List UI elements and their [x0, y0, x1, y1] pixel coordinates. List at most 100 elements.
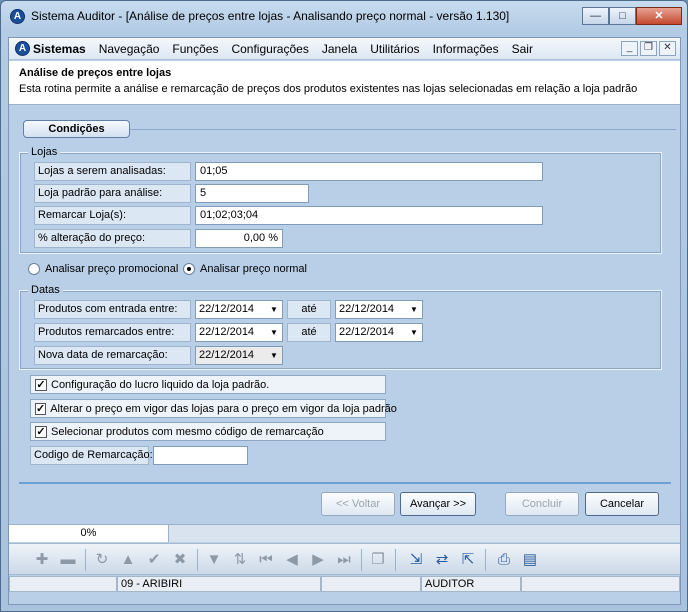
remarcar-lojas-label: Remarcar Loja(s):	[34, 206, 191, 225]
print-icon[interactable]: ⎙	[495, 551, 513, 569]
tab-condicoes[interactable]: Condições	[23, 120, 130, 138]
entrada-from-value: 22/12/2014	[199, 303, 255, 315]
menu-sistemas[interactable]: Sistemas	[33, 42, 86, 56]
menu-funcoes[interactable]: Funções	[172, 42, 218, 56]
check-mesmo-codigo-label: Selecionar produtos com mesmo código de …	[51, 425, 324, 438]
checkbox-mesmo-codigo[interactable]: ✓	[35, 425, 47, 438]
loja-padrao-input[interactable]: 5	[195, 184, 309, 203]
export-icon[interactable]: ⇱	[459, 551, 477, 569]
toolbar: ✚ ▬ ↻ ▲ ✔ ✖ ▼ ⇅ ⏮ ◀ ▶ ⏭ ❐ ⇲ ⇄ ⇱ ⎙ ▤	[9, 543, 680, 575]
toolbar-separator	[85, 549, 86, 571]
up-arrow-icon[interactable]: ▲	[119, 551, 137, 569]
remarcados-ate-label: até	[287, 323, 331, 342]
nova-data-value: 22/12/2014	[199, 349, 255, 361]
menu-janela[interactable]: Janela	[322, 42, 357, 56]
nova-data-label: Nova data de remarcação:	[34, 346, 191, 365]
title-bar[interactable]: A Sistema Auditor - [Análise de preços e…	[1, 1, 687, 31]
alteracao-preco-input[interactable]: 0,00 %	[195, 229, 283, 248]
first-icon[interactable]: ⏮	[257, 551, 275, 569]
entrada-to-combo[interactable]: 22/12/2014 ▼	[335, 300, 423, 319]
codigo-remarcacao-label: Codigo de Remarcação:	[30, 446, 153, 465]
last-icon[interactable]: ⏭	[335, 551, 353, 569]
voltar-button[interactable]: << Voltar	[321, 492, 395, 516]
lojas-analisadas-input[interactable]: 01;05	[195, 162, 543, 181]
radio-normal-label: Analisar preço normal	[200, 263, 307, 275]
x-icon[interactable]: ✖	[171, 551, 189, 569]
entrada-label: Produtos com entrada entre:	[34, 300, 191, 319]
copy-icon[interactable]: ❐	[369, 551, 387, 569]
progress-label: 0%	[9, 525, 169, 542]
menu-navegacao[interactable]: Navegação	[99, 42, 160, 56]
radio-preco-promocional[interactable]: Analisar preço promocional	[28, 263, 178, 275]
progress-row: 0%	[9, 524, 680, 542]
datas-group: Datas Produtos com entrada entre: 22/12/…	[19, 284, 662, 370]
check-alterar-preco[interactable]: ✓ Alterar o preço em vigor das lojas par…	[30, 399, 397, 418]
prev-icon[interactable]: ◀	[283, 551, 301, 569]
mdi-minimize-button[interactable]: _	[621, 41, 638, 56]
mdi-restore-button[interactable]: ❐	[640, 41, 657, 56]
menu-utilitarios[interactable]: Utilitários	[370, 42, 419, 56]
avancar-button[interactable]: Avançar >>	[400, 492, 476, 516]
radio-normal-dot[interactable]	[183, 263, 195, 275]
entrada-from-combo[interactable]: 22/12/2014 ▼	[195, 300, 283, 319]
maximize-button[interactable]: □	[609, 7, 636, 25]
remarcados-from-value: 22/12/2014	[199, 326, 255, 338]
alteracao-preco-label: % alteração do preço:	[34, 229, 191, 248]
status-loja: 09 - ARIBIRI	[117, 576, 321, 592]
sort-icon[interactable]: ⇅	[231, 551, 249, 569]
separator-line	[19, 482, 671, 484]
chevron-down-icon[interactable]: ▼	[407, 302, 421, 317]
status-user: AUDITOR	[421, 576, 521, 592]
check-lucro-liquido[interactable]: ✓ Configuração do lucro liquido da loja …	[30, 375, 386, 394]
remarcados-label: Produtos remarcados entre:	[34, 323, 191, 342]
remarcados-from-combo[interactable]: 22/12/2014 ▼	[195, 323, 283, 342]
client-area: A Sistemas Navegação Funções Configuraçõ…	[8, 37, 681, 605]
toolbar-separator	[361, 549, 362, 571]
app-logo-icon: A	[10, 9, 25, 24]
menu-configuracoes[interactable]: Configurações	[231, 42, 308, 56]
menu-sair[interactable]: Sair	[512, 42, 533, 56]
mdi-close-button[interactable]: ✕	[659, 41, 676, 56]
nova-data-combo[interactable]: 22/12/2014 ▼	[195, 346, 283, 365]
import-icon[interactable]: ⇲	[407, 551, 425, 569]
minimize-button[interactable]: —	[582, 7, 609, 25]
lojas-legend: Lojas	[28, 146, 61, 158]
filter-icon[interactable]: ▼	[205, 551, 223, 569]
redo-icon[interactable]: ↻	[93, 551, 111, 569]
chevron-down-icon[interactable]: ▼	[267, 348, 281, 363]
remarcados-to-combo[interactable]: 22/12/2014 ▼	[335, 323, 423, 342]
checkbox-alterar-preco[interactable]: ✓	[35, 402, 47, 415]
page-description: Esta rotina permite a análise e remarcaç…	[19, 83, 638, 95]
chevron-down-icon[interactable]: ▼	[267, 302, 281, 317]
cancelar-button[interactable]: Cancelar	[585, 492, 659, 516]
status-cell-blank	[321, 576, 421, 592]
loja-padrao-label: Loja padrão para análise:	[34, 184, 191, 203]
codigo-remarcacao-input[interactable]	[153, 446, 248, 465]
check-lucro-liquido-label: Configuração do lucro liquido da loja pa…	[51, 378, 270, 391]
status-cell-empty	[9, 576, 117, 592]
toolbar-separator	[485, 549, 486, 571]
next-icon[interactable]: ▶	[309, 551, 327, 569]
chevron-down-icon[interactable]: ▼	[267, 325, 281, 340]
plus-icon[interactable]: ✚	[33, 551, 51, 569]
check-mesmo-codigo[interactable]: ✓ Selecionar produtos com mesmo código d…	[30, 422, 386, 441]
tab-bar: Condições	[9, 114, 680, 138]
minus-icon[interactable]: ▬	[59, 551, 77, 569]
remarcar-lojas-input[interactable]: 01;02;03;04	[195, 206, 543, 225]
menu-logo-icon[interactable]: A	[15, 41, 30, 56]
swap-icon[interactable]: ⇄	[433, 551, 451, 569]
toolbar-separator	[197, 549, 198, 571]
checkbox-lucro-liquido[interactable]: ✓	[35, 378, 47, 391]
close-button[interactable]: ✕	[636, 7, 682, 25]
entrada-to-value: 22/12/2014	[339, 303, 395, 315]
concluir-button[interactable]: Concluir	[505, 492, 579, 516]
radio-promocional-dot[interactable]	[28, 263, 40, 275]
chevron-down-icon[interactable]: ▼	[407, 325, 421, 340]
menu-informacoes[interactable]: Informações	[433, 42, 499, 56]
lojas-group: Lojas Lojas a serem analisadas: 01;05 Lo…	[19, 146, 662, 254]
tab-divider	[130, 129, 676, 130]
header-panel: Análise de preços entre lojas Esta rotin…	[9, 61, 680, 105]
report-icon[interactable]: ▤	[521, 551, 539, 569]
radio-preco-normal[interactable]: Analisar preço normal	[183, 263, 307, 275]
check-icon[interactable]: ✔	[145, 551, 163, 569]
